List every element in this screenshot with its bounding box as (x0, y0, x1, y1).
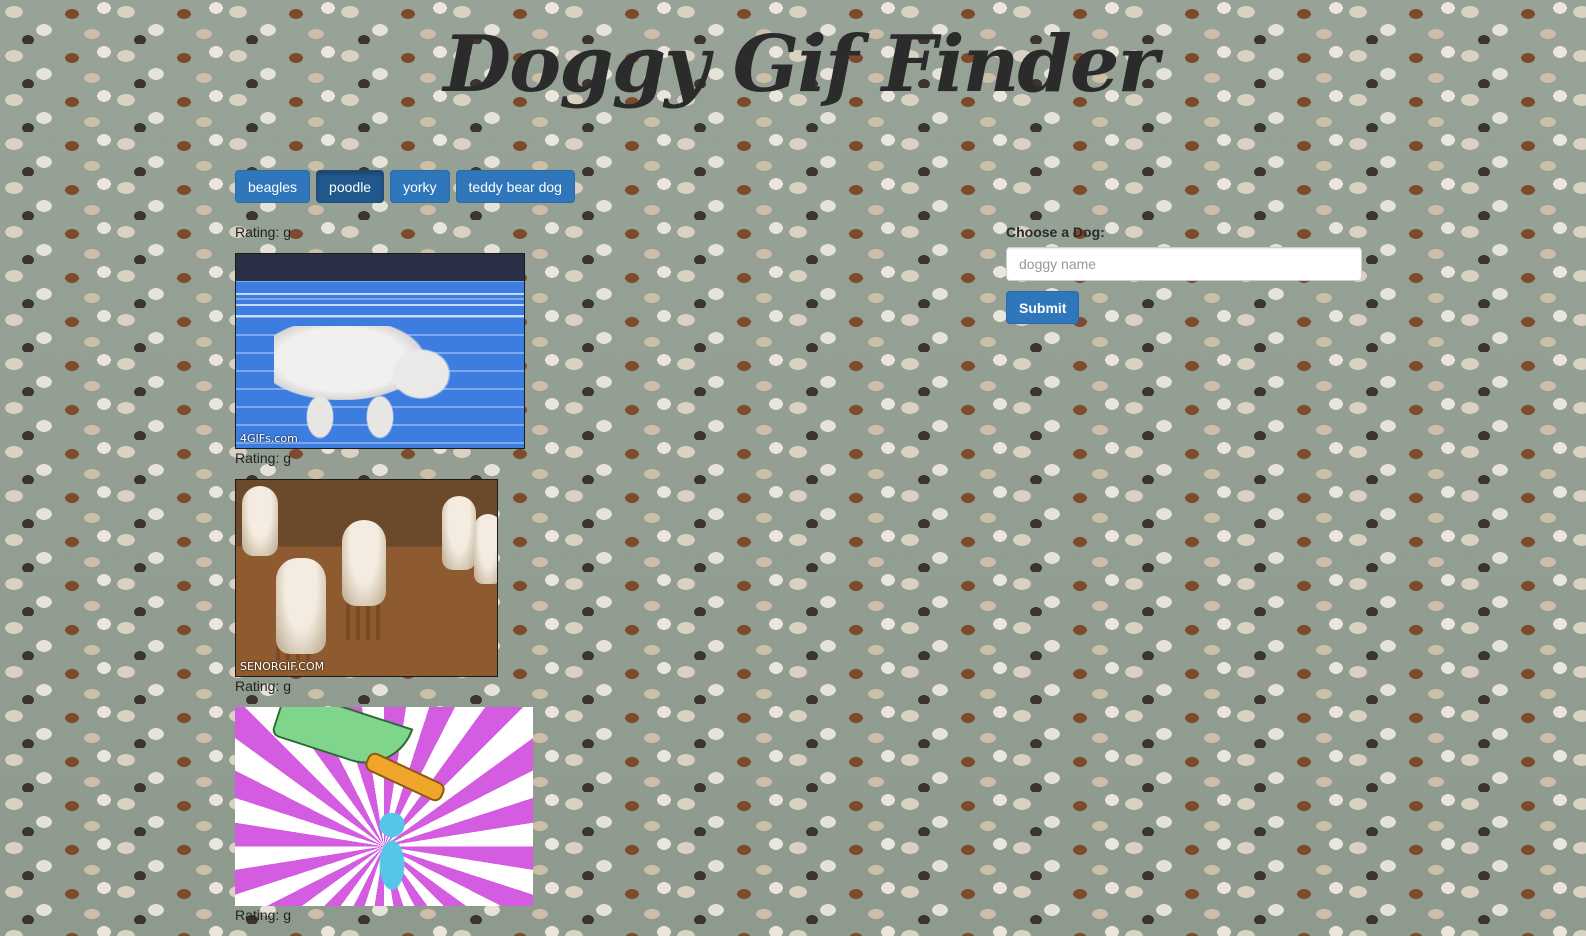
rating-label: Rating: g (235, 450, 292, 466)
gif-watermark: 4GIFs.com (240, 432, 298, 445)
gif-image[interactable] (235, 707, 533, 906)
gif-result: Rating: g 4GIFs.com (235, 223, 555, 449)
gif-image[interactable]: 4GIFs.com (235, 253, 525, 449)
search-form: Choose a Dog: Submit (1006, 223, 1362, 324)
gif-results: Rating: g 4GIFs.com Rating: g SENORGIF.C… (235, 223, 555, 926)
dog-name-input[interactable] (1006, 247, 1362, 281)
rating-label: Rating: g (235, 678, 292, 694)
submit-button[interactable]: Submit (1006, 291, 1080, 324)
gif-result: Rating: g (235, 677, 555, 906)
gif-art (236, 284, 524, 324)
rating-label: Rating: g (235, 907, 292, 923)
gif-art (346, 600, 380, 640)
dog-button-yorky[interactable]: yorky (390, 170, 450, 203)
gif-art (342, 520, 386, 606)
gif-art (296, 392, 416, 442)
gif-art (362, 750, 448, 804)
form-label: Choose a Dog: (1006, 224, 1105, 240)
gif-art (276, 558, 326, 654)
rating-label: Rating: g (235, 224, 292, 240)
gif-result: Rating: g SENORGIF.COM (235, 449, 555, 677)
gif-art (377, 813, 407, 897)
dog-button-beagles[interactable]: beagles (235, 170, 311, 203)
gif-result: Rating: g (235, 906, 555, 926)
gif-art (442, 496, 476, 570)
dog-button-bar: beagles poodle yorky teddy bear dog (235, 170, 575, 203)
dog-button-teddy-bear-dog[interactable]: teddy bear dog (455, 170, 575, 203)
gif-watermark: SENORGIF.COM (240, 660, 325, 673)
gif-image[interactable]: SENORGIF.COM (235, 479, 498, 677)
dog-button-poodle[interactable]: poodle (316, 170, 385, 203)
page-title: Doggy Gif Finder (443, 19, 1158, 110)
gif-art (474, 514, 497, 584)
gif-art (242, 486, 278, 556)
